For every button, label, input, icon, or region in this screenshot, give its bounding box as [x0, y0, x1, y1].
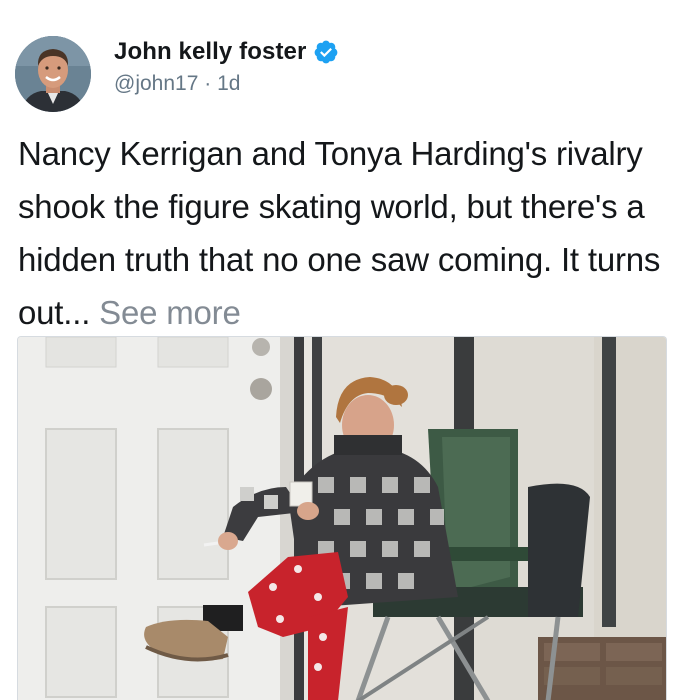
verified-badge-icon	[315, 40, 338, 64]
author-name-row: John kelly foster	[114, 38, 339, 66]
author-handle[interactable]: @john17	[114, 72, 198, 95]
avatar[interactable]	[15, 36, 91, 112]
separator: ·	[204, 72, 212, 95]
photo-porch-scene	[18, 337, 666, 700]
handle-row: @john17 · 1d	[114, 72, 240, 96]
tweet-text: Nancy Kerrigan and Tonya Harding's rival…	[18, 127, 686, 339]
tweet-card[interactable]: John kelly foster @john17 · 1d Nancy Ker…	[0, 0, 700, 700]
author-name[interactable]: John kelly foster	[114, 38, 306, 66]
see-more-link[interactable]: See more	[99, 294, 241, 331]
tweet-photo[interactable]	[17, 336, 667, 700]
timestamp[interactable]: 1d	[217, 72, 240, 95]
